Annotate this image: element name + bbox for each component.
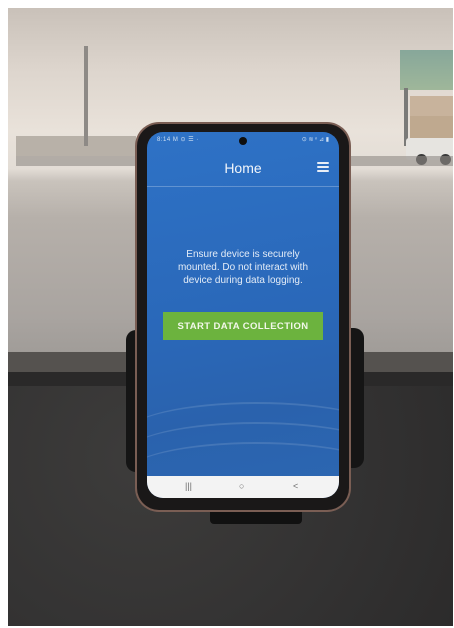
- recents-icon[interactable]: |||: [185, 481, 192, 491]
- back-icon[interactable]: <: [293, 481, 298, 491]
- utility-pole: [84, 46, 88, 146]
- phone-screen: 8:14 M ⊙ ☰ · ⊙ ≋ ⁿ ⊿ ▮ Home Ensure devic…: [147, 132, 339, 498]
- mount-instructions: Ensure device is securely mounted. Do no…: [177, 249, 309, 286]
- smartphone: 8:14 M ⊙ ☰ · ⊙ ≋ ⁿ ⊿ ▮ Home Ensure devic…: [137, 124, 349, 510]
- front-camera: [239, 137, 247, 145]
- distant-wall: [16, 136, 136, 156]
- start-data-collection-button[interactable]: START DATA COLLECTION: [163, 312, 323, 340]
- status-bar-right: ⊙ ≋ ⁿ ⊿ ▮: [301, 137, 329, 143]
- status-bar-left: 8:14 M ⊙ ☰ ·: [157, 137, 199, 143]
- app-bar: Home: [147, 150, 339, 187]
- status-bar: 8:14 M ⊙ ☰ · ⊙ ≋ ⁿ ⊿ ▮: [147, 132, 339, 148]
- hamburger-menu-icon[interactable]: [317, 162, 329, 172]
- home-icon[interactable]: ○: [239, 481, 244, 491]
- billboard: [400, 50, 453, 90]
- page-title: Home: [224, 160, 262, 176]
- android-nav-bar: ||| ○ <: [147, 476, 339, 498]
